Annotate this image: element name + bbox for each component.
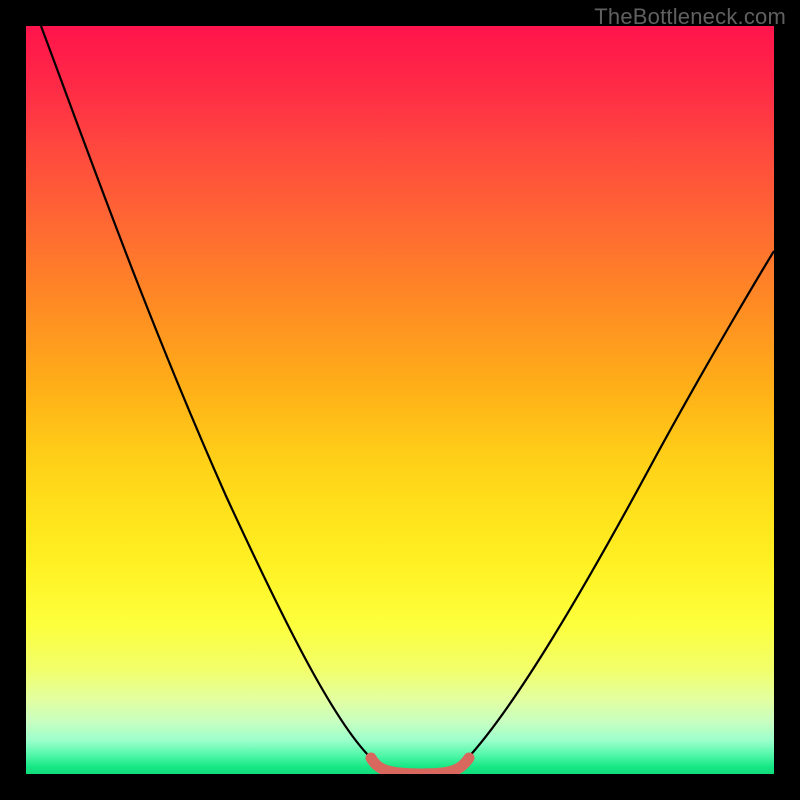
watermark-text: TheBottleneck.com	[594, 4, 786, 30]
bottleneck-curve	[41, 26, 774, 774]
flat-zone-highlight	[371, 758, 469, 774]
plot-area	[26, 26, 774, 774]
chart-svg	[26, 26, 774, 774]
